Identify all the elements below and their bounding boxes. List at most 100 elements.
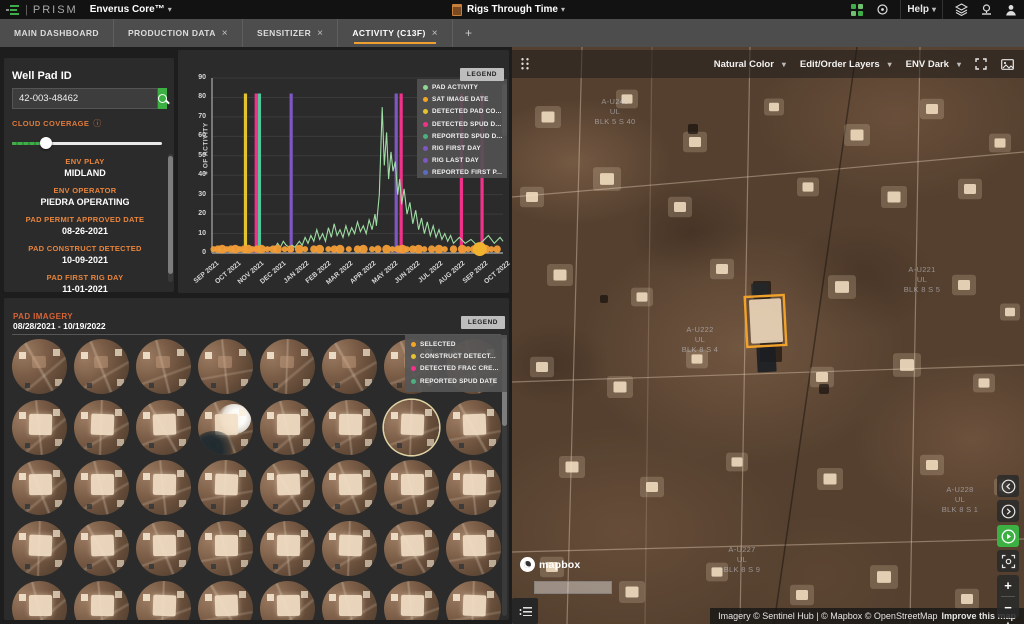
legend-item[interactable]: RIG FIRST DAY	[423, 145, 505, 152]
pad-imagery-thumbnail[interactable]	[260, 400, 315, 455]
pad-imagery-thumbnail[interactable]	[446, 460, 501, 515]
legend-item[interactable]: SAT IMAGE DATE	[423, 96, 505, 103]
mapbox-icon	[520, 557, 535, 572]
zoom-out-button[interactable]: −	[997, 597, 1019, 618]
map-theme-dropdown[interactable]: ENV Dark▾	[906, 59, 961, 70]
pad-imagery-thumbnail[interactable]	[446, 521, 501, 576]
tab-main-dashboard[interactable]: MAIN DASHBOARD	[0, 19, 114, 47]
info-scrollbar[interactable]	[168, 154, 173, 282]
pad-imagery-thumbnail[interactable]	[322, 460, 377, 515]
legend-item[interactable]: PAD ACTIVITY	[423, 84, 505, 91]
y-tick: 0	[186, 249, 206, 256]
add-tab-button[interactable]: +	[453, 19, 484, 47]
slider-handle[interactable]	[40, 137, 52, 149]
pad-imagery-thumbnail[interactable]	[260, 521, 315, 576]
screenshot-icon[interactable]	[1001, 59, 1014, 70]
user-profile-icon[interactable]	[1004, 3, 1018, 17]
tab-production-data[interactable]: PRODUCTION DATA×	[114, 19, 243, 47]
legend-item[interactable]: DETECTED FRAC CRE...	[411, 365, 505, 372]
pad-area	[339, 595, 362, 616]
chart-legend-button[interactable]: LEGEND	[460, 68, 504, 81]
pad-imagery-thumbnail[interactable]	[74, 581, 129, 620]
pad-imagery-thumbnail[interactable]	[74, 521, 129, 576]
imagery-legend-overlay: SELECTED CONSTRUCT DETECT... DETECTED FRAC…	[405, 335, 507, 392]
tab-sensitizer[interactable]: SENSITIZER×	[243, 19, 338, 47]
pad-imagery-thumbnail[interactable]	[384, 581, 439, 620]
apps-grid-icon[interactable]	[850, 3, 864, 17]
fullscreen-icon[interactable]	[975, 58, 987, 70]
pad-imagery-thumbnail[interactable]	[384, 521, 439, 576]
pad-imagery-thumbnail[interactable]	[12, 581, 67, 620]
pad-imagery-thumbnail[interactable]	[136, 339, 191, 394]
imagery-legend-button[interactable]: LEGEND	[461, 316, 505, 329]
satellite-map[interactable]: Natural Color▾ Edit/Order Layers▾ ENV Da…	[512, 47, 1024, 624]
zoom-in-button[interactable]: +	[997, 575, 1019, 596]
legend-item[interactable]: REPORTED SPUD D...	[423, 133, 505, 140]
play-timeline-button[interactable]	[997, 525, 1019, 547]
tab-activity-c13f-[interactable]: ACTIVITY (C13F)×	[338, 19, 453, 47]
edit-order-layers-dropdown[interactable]: Edit/Order Layers▾	[800, 59, 892, 70]
pad-imagery-thumbnail[interactable]	[74, 339, 129, 394]
pad-area	[401, 474, 424, 495]
legend-item[interactable]: DETECTED SPUD D...	[423, 121, 505, 128]
pad-area	[400, 595, 423, 616]
pad-imagery-thumbnail[interactable]	[198, 400, 253, 455]
pad-imagery-thumbnail[interactable]	[198, 581, 253, 620]
pad-imagery-thumbnail[interactable]	[260, 339, 315, 394]
pad-imagery-thumbnail[interactable]	[12, 400, 67, 455]
pad-imagery-thumbnail[interactable]	[136, 460, 191, 515]
pad-imagery-thumbnail[interactable]	[446, 400, 501, 455]
pad-imagery-thumbnail[interactable]	[384, 400, 439, 455]
pad-imagery-thumbnail[interactable]	[198, 339, 253, 394]
legend-item[interactable]: RIG LAST DAY	[423, 157, 505, 164]
workspace-switcher[interactable]: Rigs Through Time ▾	[452, 0, 565, 19]
pad-imagery-thumbnail[interactable]	[322, 521, 377, 576]
layers-icon[interactable]	[954, 3, 968, 17]
pad-imagery-thumbnail[interactable]	[12, 460, 67, 515]
pad-imagery-thumbnail[interactable]	[198, 521, 253, 576]
pad-imagery-thumbnail[interactable]	[12, 521, 67, 576]
close-icon[interactable]: ×	[317, 28, 323, 39]
cloud-coverage-slider[interactable]	[12, 137, 166, 149]
recenter-crosshair-button[interactable]	[997, 550, 1019, 572]
mapbox-logo[interactable]: mapbox	[520, 557, 580, 572]
map-drag-handle-icon[interactable]	[520, 57, 530, 71]
close-icon[interactable]: ×	[222, 28, 228, 39]
pad-imagery-thumbnail[interactable]	[260, 460, 315, 515]
pad-imagery-thumbnail[interactable]	[12, 339, 67, 394]
pad-imagery-thumbnail[interactable]	[322, 581, 377, 620]
attribute-label: ENV OPERATOR	[12, 186, 158, 195]
legend-item[interactable]: REPORTED SPUD DATE	[411, 378, 505, 385]
basemap-dropdown[interactable]: Natural Color▾	[714, 59, 786, 70]
legend-item[interactable]: CONSTRUCT DETECT...	[411, 353, 505, 360]
previous-image-button[interactable]	[997, 475, 1019, 497]
target-icon[interactable]	[875, 3, 889, 17]
pad-imagery-thumbnail[interactable]	[198, 460, 253, 515]
pad-imagery-thumbnail[interactable]	[136, 400, 191, 455]
pad-imagery-thumbnail[interactable]	[322, 400, 377, 455]
map-legend-toggle-button[interactable]	[512, 598, 538, 624]
pad-imagery-thumbnail[interactable]	[74, 400, 129, 455]
pad-area	[91, 474, 114, 495]
legend-item[interactable]: SELECTED	[411, 341, 505, 348]
close-icon[interactable]: ×	[432, 28, 438, 39]
pad-imagery-thumbnail[interactable]	[322, 339, 377, 394]
info-icon[interactable]: ⓘ	[93, 118, 101, 129]
legend-item[interactable]: DETECTED PAD CO...	[423, 108, 505, 115]
pad-imagery-thumbnail[interactable]	[136, 581, 191, 620]
pad-imagery-thumbnail[interactable]	[136, 521, 191, 576]
search-button[interactable]	[158, 88, 167, 109]
help-menu[interactable]: Help▾	[900, 0, 943, 19]
chevron-down-icon: ▾	[888, 60, 892, 69]
legend-item[interactable]: REPORTED FIRST P...	[423, 169, 505, 176]
suite-switcher[interactable]: Enverus Core™	[90, 4, 165, 15]
pad-imagery-thumbnail[interactable]	[74, 460, 129, 515]
survey-block-label: A-U222ULBLK 8 S 4	[682, 325, 718, 355]
pad-imagery-thumbnail[interactable]	[384, 460, 439, 515]
pad-imagery-thumbnail[interactable]	[446, 581, 501, 620]
well-pad-id-input[interactable]	[12, 88, 158, 109]
pad-imagery-thumbnail[interactable]	[260, 581, 315, 620]
next-image-button[interactable]	[997, 500, 1019, 522]
notifications-icon[interactable]	[979, 3, 993, 17]
workspace-icon	[452, 4, 462, 16]
